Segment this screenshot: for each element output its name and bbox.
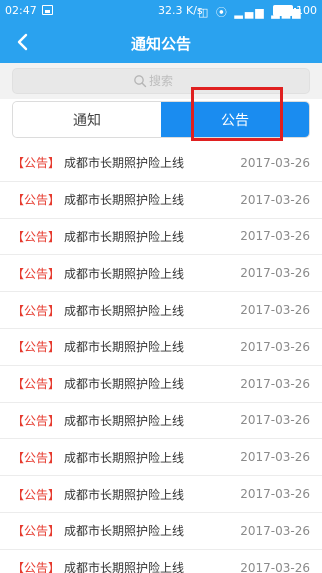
list-item[interactable]: 【公告】 成都市长期照护险上线 2017-03-26 — [0, 145, 322, 182]
search-input[interactable] — [149, 74, 189, 88]
list-item-date: 2017-03-26 — [240, 339, 310, 354]
list-item-title: 成都市长期照护险上线 — [64, 524, 185, 539]
list-item-title: 成都市长期照护险上线 — [64, 266, 185, 281]
list-item-title: 成都市长期照护险上线 — [64, 561, 185, 573]
list-item-title: 成都市长期照护险上线 — [64, 229, 185, 244]
list-item[interactable]: 【公告】 成都市长期照护险上线 2017-03-26 — [0, 329, 322, 366]
list-item[interactable]: 【公告】 成都市长期照护险上线 2017-03-26 — [0, 476, 322, 513]
list-item-title: 成都市长期照护险上线 — [64, 340, 185, 355]
tab-notice[interactable]: 通知 — [13, 102, 161, 137]
list-item[interactable]: 【公告】 成都市长期照护险上线 2017-03-26 — [0, 219, 322, 256]
gallery-notification-icon — [42, 5, 53, 15]
list-item-date: 2017-03-26 — [240, 303, 310, 318]
list-item-date: 2017-03-26 — [240, 155, 310, 170]
list-item-tag: 【公告】 — [12, 413, 61, 428]
list-item-date: 2017-03-26 — [240, 266, 310, 281]
battery-level: 100 — [296, 4, 317, 17]
list-item-date: 2017-03-26 — [240, 192, 310, 207]
list-item[interactable]: 【公告】 成都市长期照护险上线 2017-03-26 — [0, 182, 322, 219]
list-item-tag: 【公告】 — [12, 340, 61, 355]
announcement-list: 【公告】 成都市长期照护险上线 2017-03-26 【公告】 成都市长期照护险… — [0, 145, 322, 573]
list-item-title: 成都市长期照护险上线 — [64, 450, 185, 465]
list-item[interactable]: 【公告】 成都市长期照护险上线 2017-03-26 — [0, 550, 322, 573]
list-item-title: 成都市长期照护险上线 — [64, 303, 185, 318]
search-field[interactable] — [12, 68, 310, 94]
list-item-title: 成都市长期照护险上线 — [64, 193, 185, 208]
list-item[interactable]: 【公告】 成都市长期照护险上线 2017-03-26 — [0, 292, 322, 329]
list-item-tag: 【公告】 — [12, 266, 61, 281]
search-icon — [134, 75, 147, 88]
list-item-tag: 【公告】 — [12, 561, 61, 573]
nav-bar: 通知公告 — [0, 22, 322, 63]
status-time: 02:47 — [5, 4, 37, 17]
list-item-title: 成都市长期照护险上线 — [64, 487, 185, 502]
list-item-tag: 【公告】 — [12, 377, 61, 392]
list-item-date: 2017-03-26 — [240, 560, 310, 573]
list-item-tag: 【公告】 — [12, 229, 61, 244]
tab-bar: 通知 公告 — [12, 101, 310, 138]
list-item-tag: 【公告】 — [12, 450, 61, 465]
list-item[interactable]: 【公告】 成都市长期照护险上线 2017-03-26 — [0, 403, 322, 440]
list-item-tag: 【公告】 — [12, 524, 61, 539]
list-item-date: 2017-03-26 — [240, 229, 310, 244]
list-item-tag: 【公告】 — [12, 193, 61, 208]
status-bar: 02:47 32.3 K/s ◫ ⦿ ▂▄▆ ▂▄▆ 100 — [0, 0, 322, 22]
network-speed: 32.3 K/s — [158, 4, 203, 17]
list-item-tag: 【公告】 — [12, 487, 61, 502]
list-item-date: 2017-03-26 — [240, 413, 310, 428]
list-item-date: 2017-03-26 — [240, 523, 310, 538]
list-item-title: 成都市长期照护险上线 — [64, 377, 185, 392]
search-bar — [0, 63, 322, 99]
list-item-date: 2017-03-26 — [240, 376, 310, 391]
list-item[interactable]: 【公告】 成都市长期照护险上线 2017-03-26 — [0, 513, 322, 550]
list-item-date: 2017-03-26 — [240, 487, 310, 502]
battery-icon — [273, 5, 296, 16]
tab-announcement[interactable]: 公告 — [161, 102, 309, 137]
list-item-tag: 【公告】 — [12, 156, 61, 171]
list-item-date: 2017-03-26 — [240, 450, 310, 465]
list-item-tag: 【公告】 — [12, 303, 61, 318]
list-item[interactable]: 【公告】 成都市长期照护险上线 2017-03-26 — [0, 366, 322, 403]
list-item-title: 成都市长期照护险上线 — [64, 156, 185, 171]
list-item[interactable]: 【公告】 成都市长期照护险上线 2017-03-26 — [0, 439, 322, 477]
page-title: 通知公告 — [130, 35, 191, 53]
list-item-title: 成都市长期照护险上线 — [64, 413, 185, 428]
list-item[interactable]: 【公告】 成都市长期照护险上线 2017-03-26 — [0, 255, 322, 293]
